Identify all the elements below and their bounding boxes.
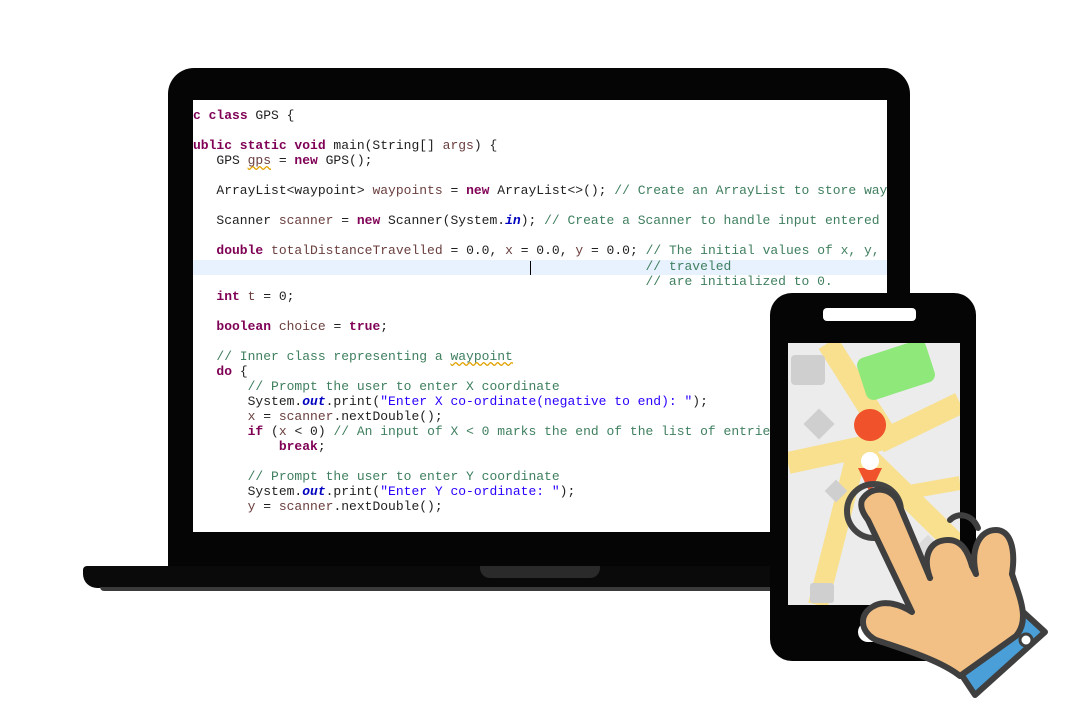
pointing-hand-icon: [858, 486, 1048, 698]
